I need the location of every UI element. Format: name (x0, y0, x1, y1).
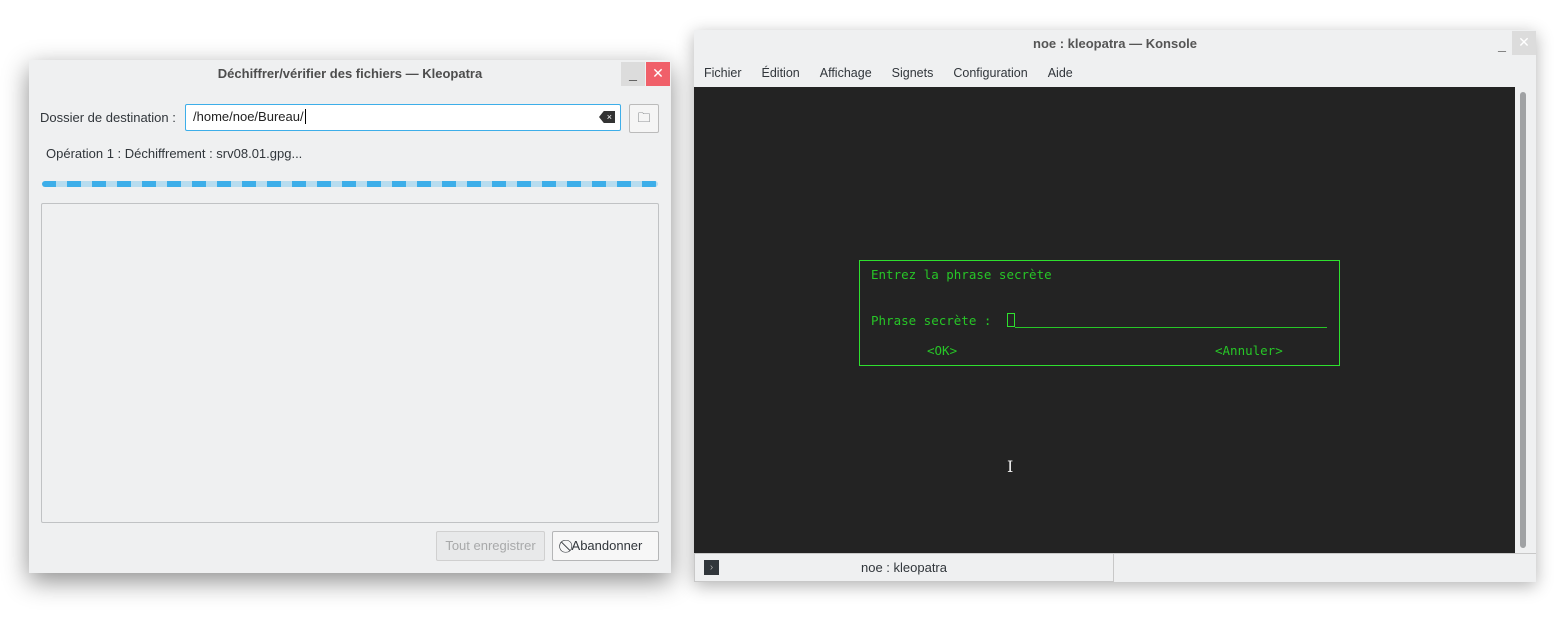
tab-kleopatra[interactable]: › noe : kleopatra (694, 554, 1114, 582)
abort-button[interactable]: ⃠ Abandonner (552, 531, 659, 561)
menu-aide[interactable]: Aide (1038, 62, 1083, 84)
passphrase-underline (1015, 327, 1327, 328)
menu-bar: Fichier Édition Affichage Signets Config… (694, 62, 1083, 84)
konsole-window: noe : kleopatra — Konsole _ ✕ Fichier Éd… (694, 30, 1536, 582)
destination-input[interactable]: /home/noe/Bureau/ (185, 104, 621, 131)
close-button[interactable]: ✕ (646, 62, 670, 86)
kleopatra-window: Déchiffrer/vérifier des fichiers — Kleop… (29, 60, 671, 573)
minimize-button[interactable]: _ (621, 62, 645, 86)
menu-signets[interactable]: Signets (882, 62, 944, 84)
menu-fichier[interactable]: Fichier (694, 62, 752, 84)
tab-label: noe : kleopatra (860, 560, 947, 575)
menu-affichage[interactable]: Affichage (810, 62, 882, 84)
scrollbar[interactable] (1520, 92, 1526, 548)
close-button[interactable]: ✕ (1512, 31, 1536, 55)
passphrase-input[interactable] (1007, 313, 1015, 327)
results-area (41, 203, 659, 523)
destination-value: /home/noe/Bureau/ (193, 109, 304, 124)
ibeam-cursor-icon: I (1007, 457, 1014, 476)
window-title: Déchiffrer/vérifier des fichiers — Kleop… (217, 66, 483, 81)
menu-configuration[interactable]: Configuration (943, 62, 1037, 84)
cancel-button[interactable]: <Annuler> (1215, 343, 1283, 358)
destination-label: Dossier de destination : (40, 110, 176, 125)
passphrase-dialog: Entrez la phrase secrète Phrase secrète … (859, 260, 1340, 366)
window-title: noe : kleopatra — Konsole (1033, 36, 1197, 51)
terminal-icon: › (704, 560, 719, 575)
abort-label: Abandonner (571, 538, 643, 553)
passphrase-label: Phrase secrète : (871, 313, 992, 328)
terminal[interactable]: Entrez la phrase secrète Phrase secrète … (694, 87, 1515, 553)
operation-status: Opération 1 : Déchiffrement : srv08.01.g… (46, 146, 303, 161)
browse-folder-button[interactable]: 🗀 (629, 104, 659, 133)
dialog-title: Entrez la phrase secrète (871, 267, 1052, 282)
save-all-button[interactable]: Tout enregistrer (436, 531, 545, 561)
progress-bar (42, 181, 658, 187)
minimize-button[interactable]: _ (1490, 33, 1514, 57)
ok-button[interactable]: <OK> (927, 343, 957, 358)
tab-bar: › noe : kleopatra (694, 553, 1536, 582)
menu-edition[interactable]: Édition (752, 62, 810, 84)
folder-icon: 🗀 (637, 110, 651, 125)
text-cursor (304, 109, 306, 124)
